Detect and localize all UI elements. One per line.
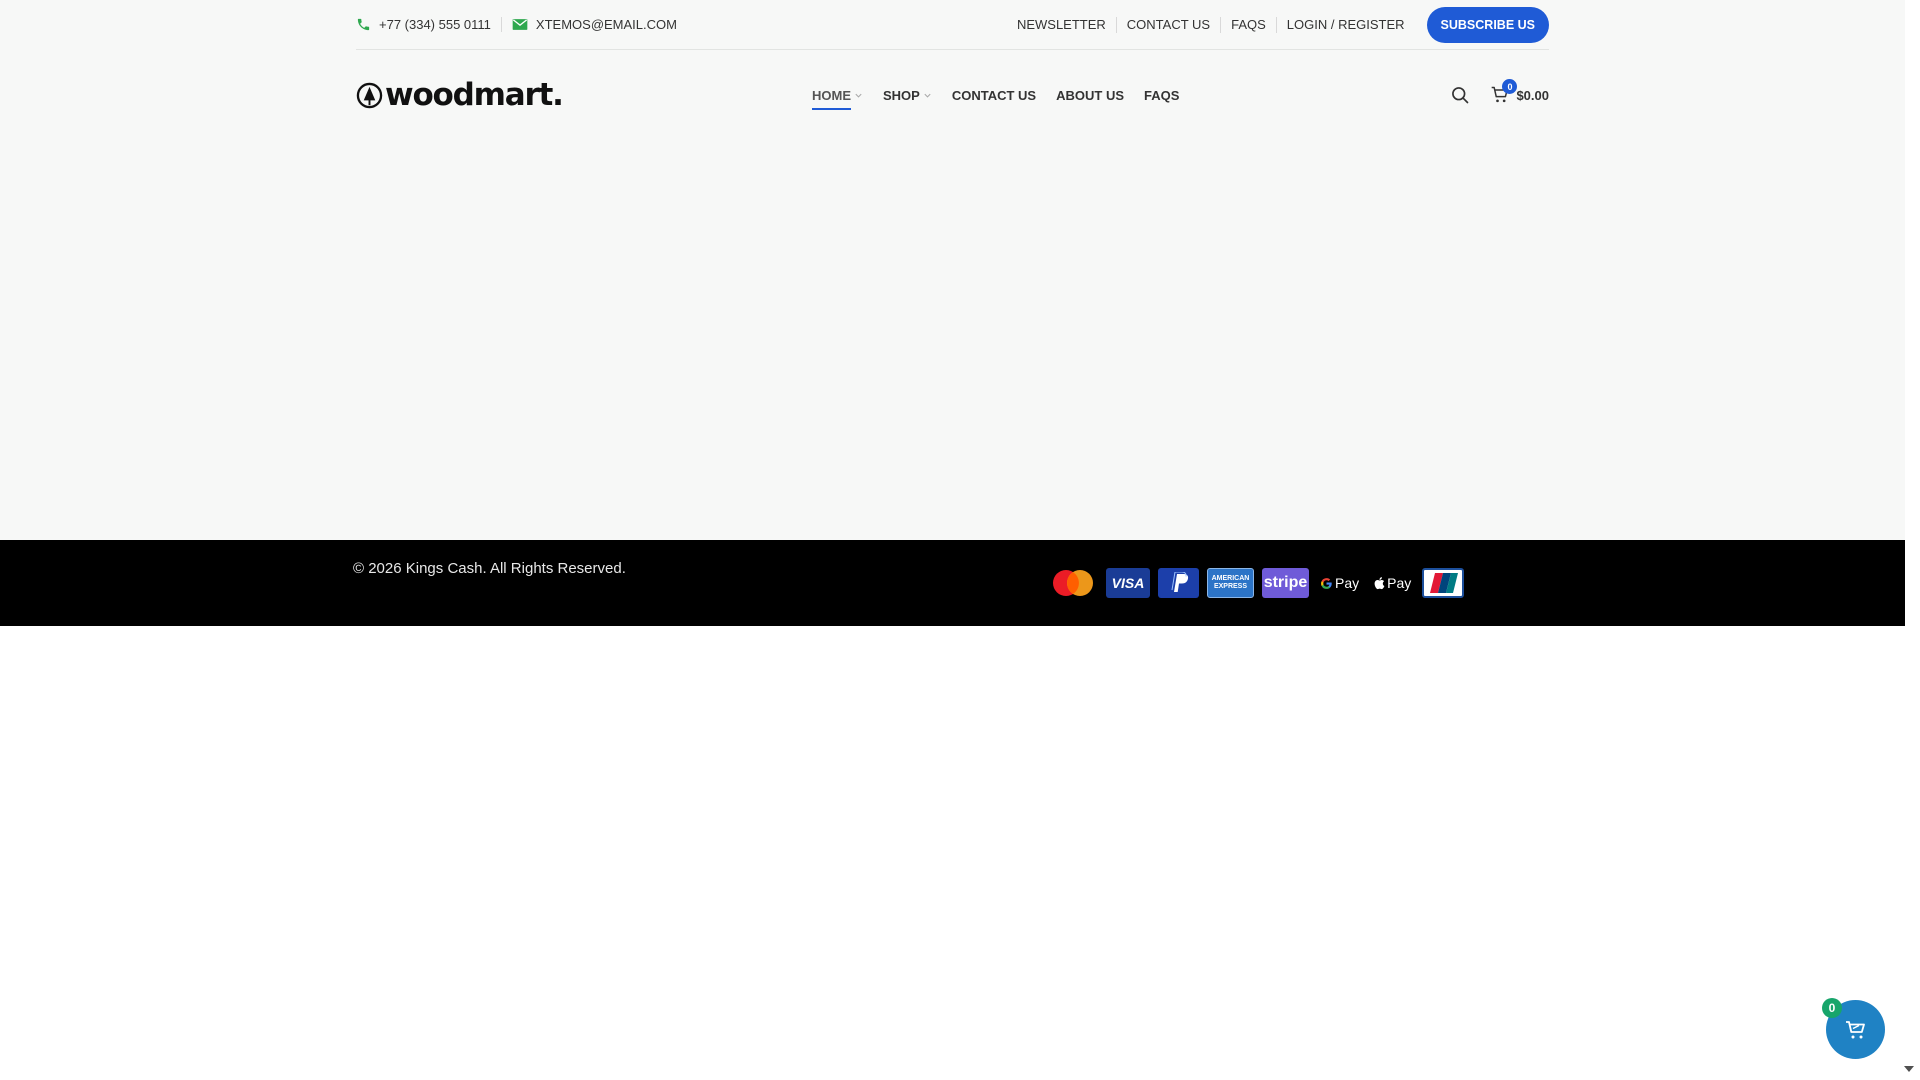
chevron-down-icon bbox=[855, 93, 862, 98]
nav-home-label: HOME bbox=[812, 87, 851, 103]
phone-number: +77 (334) 555 0111 bbox=[379, 17, 491, 32]
search-icon[interactable] bbox=[1450, 85, 1470, 105]
main-nav: HOME SHOP CONTACT US ABOUT US FAQS bbox=[812, 50, 1179, 140]
nav-about-us[interactable]: ABOUT US bbox=[1056, 88, 1124, 103]
cart-total: $0.00 bbox=[1516, 87, 1549, 103]
copyright-text: © 2026 Kings Cash. All Rights Reserved. bbox=[353, 560, 626, 577]
floating-cart-button[interactable]: 0 bbox=[1822, 998, 1885, 1059]
apple-pay-label: Pay bbox=[1387, 575, 1412, 591]
nav-about-us-label: ABOUT US bbox=[1056, 87, 1124, 103]
faqs-link[interactable]: FAQS bbox=[1220, 16, 1276, 33]
tree-logo-icon bbox=[356, 82, 383, 108]
top-bar-contacts: +77 (334) 555 0111 XTEMOS@EMAIL.COM bbox=[356, 0, 687, 49]
unionpay-icon bbox=[1422, 568, 1465, 598]
email-address: XTEMOS@EMAIL.COM bbox=[535, 17, 677, 32]
mastercard-icon bbox=[1053, 570, 1093, 596]
site-logo[interactable]: woodmart. bbox=[356, 77, 564, 113]
top-bar: +77 (334) 555 0111 XTEMOS@EMAIL.COM NEWS… bbox=[356, 0, 1549, 50]
newsletter-link[interactable]: NEWSLETTER bbox=[1007, 17, 1116, 33]
chevron-down-icon bbox=[924, 93, 931, 98]
contact-us-link[interactable]: CONTACT US bbox=[1115, 16, 1220, 33]
nav-home[interactable]: HOME bbox=[812, 87, 863, 110]
scrollbar-down-arrow[interactable] bbox=[1904, 1066, 1914, 1072]
nav-shop-label: SHOP bbox=[883, 87, 920, 103]
paypal-icon bbox=[1158, 568, 1199, 598]
google-pay-label: Pay bbox=[1335, 575, 1360, 591]
footer: © 2026 Kings Cash. All Rights Reserved. … bbox=[0, 540, 1905, 626]
main-header: woodmart. HOME SHOP CONTACT US ABOUT US … bbox=[356, 50, 1549, 140]
google-pay-icon: Pay bbox=[1317, 568, 1362, 598]
login-register-link[interactable]: LOGIN / REGISTER bbox=[1275, 16, 1415, 33]
nav-faqs-label: FAQS bbox=[1144, 87, 1180, 103]
subscribe-button[interactable]: SUBSCRIBE US bbox=[1426, 6, 1549, 43]
shopping-cart-icon bbox=[1845, 1020, 1865, 1038]
cart-count-badge: 0 bbox=[1502, 79, 1518, 94]
header-cart[interactable]: 0 $0.00 bbox=[1490, 79, 1549, 105]
nav-shop[interactable]: SHOP bbox=[883, 88, 932, 103]
apple-pay-icon: Pay bbox=[1370, 568, 1414, 598]
envelope-icon bbox=[512, 19, 528, 30]
logo-text: woodmart. bbox=[385, 77, 564, 113]
stripe-icon: stripe bbox=[1262, 568, 1309, 598]
header-actions: 0 $0.00 bbox=[1450, 50, 1549, 140]
payment-methods: VISA AMERICAN EXPRESS stripe Pay Pay bbox=[1048, 568, 1465, 598]
phone-link[interactable]: +77 (334) 555 0111 bbox=[356, 17, 501, 32]
floating-cart-count: 0 bbox=[1822, 998, 1842, 1018]
nav-faqs[interactable]: FAQS bbox=[1144, 88, 1179, 103]
phone-icon bbox=[357, 18, 370, 31]
amex-icon: AMERICAN EXPRESS bbox=[1207, 568, 1254, 598]
visa-icon: VISA bbox=[1106, 568, 1150, 598]
nav-contact-us[interactable]: CONTACT US bbox=[952, 88, 1036, 103]
nav-contact-us-label: CONTACT US bbox=[951, 87, 1037, 103]
email-link[interactable]: XTEMOS@EMAIL.COM bbox=[500, 17, 687, 32]
top-bar-links: NEWSLETTER CONTACT US FAQS LOGIN / REGIS… bbox=[1007, 0, 1549, 49]
